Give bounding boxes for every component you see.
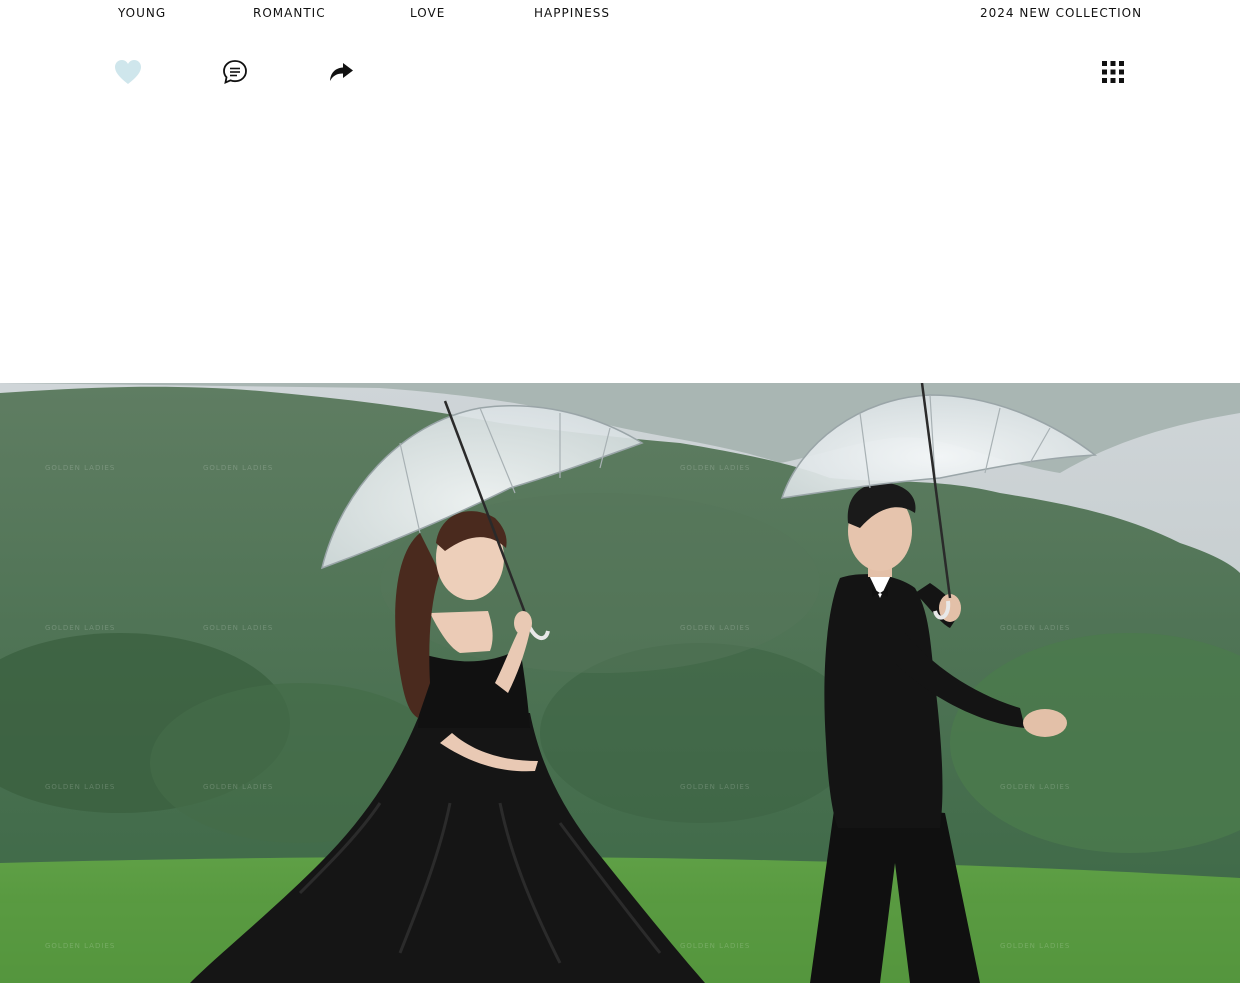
collection-label: 2024 NEW COLLECTION bbox=[980, 6, 1143, 20]
share-icon[interactable] bbox=[325, 56, 357, 88]
watermark-text: GOLDEN LADIES bbox=[203, 624, 273, 632]
watermark-text: GOLDEN LADIES bbox=[45, 942, 115, 950]
watermark-text: GOLDEN LADIES bbox=[203, 783, 273, 791]
watermark-text: GOLDEN LADIES bbox=[680, 783, 750, 791]
grid-menu-icon[interactable] bbox=[1097, 56, 1129, 88]
couple-umbrella-photo: GOLDEN LADIES GOLDEN LADIES GOLDEN LADIE… bbox=[0, 383, 1240, 983]
nav-item-romantic[interactable]: ROMANTIC bbox=[253, 6, 326, 20]
page: YOUNG ROMANTIC LOVE HAPPINESS 2024 NEW C… bbox=[0, 0, 1240, 983]
watermark-text: GOLDEN LADIES bbox=[1000, 783, 1070, 791]
heart-icon[interactable] bbox=[112, 56, 144, 88]
watermark-text: GOLDEN LADIES bbox=[680, 942, 750, 950]
watermark-text: GOLDEN LADIES bbox=[1000, 942, 1070, 950]
watermark-text: GOLDEN LADIES bbox=[45, 624, 115, 632]
watermark-text: GOLDEN LADIES bbox=[203, 464, 273, 472]
watermark-text: GOLDEN LADIES bbox=[680, 464, 750, 472]
comment-icon[interactable] bbox=[219, 56, 251, 88]
nav-item-young[interactable]: YOUNG bbox=[118, 6, 166, 20]
watermark-text: GOLDEN LADIES bbox=[680, 624, 750, 632]
nav-item-happiness[interactable]: HAPPINESS bbox=[534, 6, 610, 20]
watermark-text: GOLDEN LADIES bbox=[45, 783, 115, 791]
hero-photo: GOLDEN LADIES GOLDEN LADIES GOLDEN LADIE… bbox=[0, 383, 1240, 983]
top-nav: YOUNG ROMANTIC LOVE HAPPINESS 2024 NEW C… bbox=[0, 0, 1240, 28]
nav-item-love[interactable]: LOVE bbox=[410, 6, 445, 20]
icon-toolbar bbox=[0, 56, 1240, 90]
watermark-text: GOLDEN LADIES bbox=[1000, 624, 1070, 632]
watermark-text: GOLDEN LADIES bbox=[45, 464, 115, 472]
